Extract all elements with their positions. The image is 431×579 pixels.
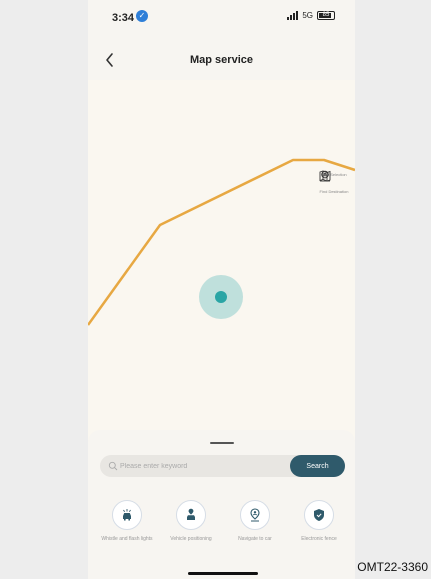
electronic-fence-label: Electronic fence: [301, 536, 337, 542]
status-indicators: 5G 85: [287, 11, 335, 20]
battery-icon: 85: [317, 11, 335, 20]
map-view[interactable]: Map Selection Find Destination: [88, 80, 355, 440]
quick-actions: Whistle and flash lights Vehicle positio…: [98, 500, 348, 543]
map-tools: Map Selection Find Destination: [319, 170, 349, 204]
drag-handle[interactable]: [210, 442, 234, 444]
car-lights-icon: [123, 509, 131, 521]
electronic-fence-circle: [304, 500, 334, 530]
header: Map service: [88, 40, 355, 80]
route-layer: [88, 158, 355, 326]
search-input[interactable]: [120, 459, 280, 473]
shield-icon: [314, 509, 324, 521]
bottom-panel: Search Whistle and flash lights: [88, 430, 355, 579]
compass-icon: [323, 171, 327, 181]
whistle-flash-button[interactable]: Whistle and flash lights: [98, 500, 156, 543]
figure-caption: OMT22-3360: [357, 560, 428, 574]
navigate-person-icon: [250, 508, 260, 522]
phone-screen: 3:34 ✓ 5G 85 Map service Map Selection F…: [88, 0, 355, 579]
whistle-flash-circle: [112, 500, 142, 530]
page-title: Map service: [190, 54, 253, 66]
signal-icon: [287, 11, 299, 20]
navigate-to-car-button[interactable]: Navigate to car: [226, 500, 284, 543]
whistle-flash-label: Whistle and flash lights: [101, 536, 153, 542]
battery-level: 85: [322, 12, 330, 18]
home-indicator[interactable]: [188, 572, 258, 575]
search-button[interactable]: Search: [290, 455, 345, 477]
status-time: 3:34: [112, 12, 135, 24]
navigate-to-car-label: Navigate to car: [238, 536, 272, 542]
vehicle-positioning-label: Vehicle positioning: [170, 536, 212, 542]
car-location-icon: [187, 508, 195, 520]
navigate-to-car-circle: [240, 500, 270, 530]
check-badge-icon: ✓: [136, 10, 148, 22]
electronic-fence-button[interactable]: Electronic fence: [290, 500, 348, 543]
current-location-marker[interactable]: [215, 291, 227, 303]
vehicle-positioning-circle: [176, 500, 206, 530]
status-bar: 3:34 ✓ 5G 85: [88, 0, 355, 40]
search-box: Search: [100, 455, 345, 477]
search-icon: [108, 461, 118, 471]
find-destination-button[interactable]: Find Destination: [319, 170, 349, 194]
network-type: 5G: [302, 11, 313, 20]
find-destination-label: Find Destination: [319, 189, 349, 194]
vehicle-positioning-button[interactable]: Vehicle positioning: [162, 500, 220, 543]
